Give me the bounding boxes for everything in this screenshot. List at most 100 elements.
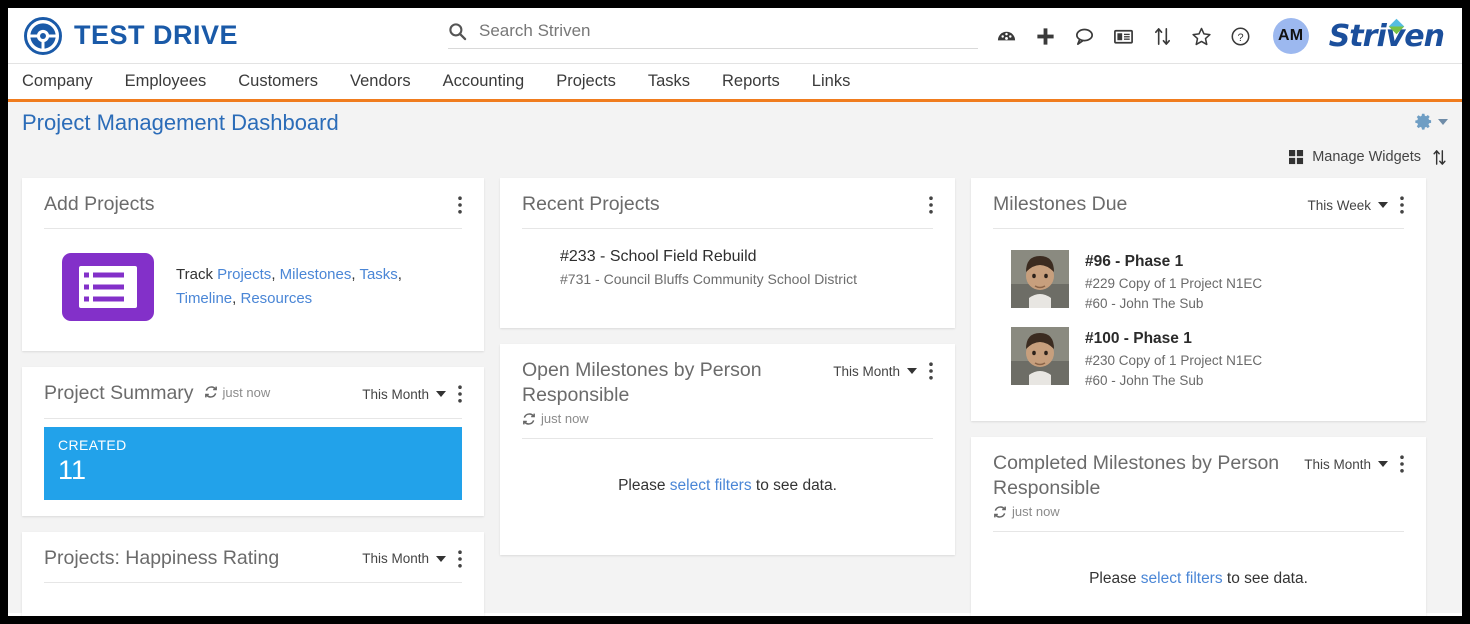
widget-add-projects: Add Projects Track Projects, Milestones,… bbox=[22, 178, 484, 352]
link-milestones[interactable]: Milestones bbox=[280, 266, 352, 283]
widget-happiness-rating: Projects: Happiness Rating This Month bbox=[22, 531, 484, 616]
select-filters-link[interactable]: select filters bbox=[1141, 570, 1223, 587]
main-navigation: Company Employees Customers Vendors Acco… bbox=[8, 64, 1462, 102]
milestone-person: #60 - John The Sub bbox=[1085, 296, 1204, 312]
widget-menu-icon[interactable] bbox=[458, 550, 462, 568]
refresh-text: just now bbox=[1012, 504, 1060, 520]
star-icon[interactable] bbox=[1191, 26, 1212, 47]
widget-completed-milestones: Completed Milestones by Person Responsib… bbox=[971, 437, 1426, 616]
refresh-status[interactable]: just now bbox=[522, 411, 589, 426]
plus-icon[interactable] bbox=[1035, 26, 1056, 47]
link-projects[interactable]: Projects bbox=[217, 266, 271, 283]
svg-text:?: ? bbox=[1237, 31, 1243, 43]
list-item[interactable]: #100 - Phase 1 #230 Copy of 1 Project N1… bbox=[993, 322, 1404, 399]
nav-item-vendors[interactable]: Vendors bbox=[350, 70, 411, 93]
nav-item-tasks[interactable]: Tasks bbox=[648, 70, 690, 93]
refresh-status[interactable]: just now bbox=[993, 504, 1060, 519]
link-tasks[interactable]: Tasks bbox=[359, 266, 397, 283]
list-icon[interactable] bbox=[62, 253, 154, 322]
chevron-down-icon bbox=[1378, 461, 1388, 468]
widget-header: Milestones Due This Week bbox=[993, 192, 1404, 228]
widget-header-left: Projects: Happiness Rating bbox=[44, 546, 279, 570]
link-timeline[interactable]: Timeline bbox=[176, 290, 232, 307]
widget-title: Recent Projects bbox=[522, 193, 660, 215]
widget-header: Add Projects bbox=[44, 192, 462, 228]
widget-title: Open Milestones by Person Responsible bbox=[522, 359, 762, 406]
nav-item-employees[interactable]: Employees bbox=[125, 70, 207, 93]
widget-menu-icon[interactable] bbox=[1400, 455, 1404, 473]
widget-milestones-due: Milestones Due This Week #96 - Phase 1 #… bbox=[971, 178, 1426, 422]
widget-menu-icon[interactable] bbox=[458, 385, 462, 403]
list-item[interactable]: #96 - Phase 1 #229 Copy of 1 Project N1E… bbox=[993, 245, 1404, 322]
empty-state: Please select filters to see data. bbox=[522, 455, 933, 521]
empty-suffix: to see data. bbox=[1222, 570, 1308, 588]
widget-title: Projects: Happiness Rating bbox=[44, 546, 280, 569]
striven-logo: Striven bbox=[1329, 18, 1448, 54]
empty-prefix: Please bbox=[618, 477, 670, 495]
reorder-widgets-icon[interactable] bbox=[1431, 149, 1448, 166]
header-icon-group: ? AM Striven bbox=[996, 8, 1448, 64]
refresh-status[interactable]: just now bbox=[204, 385, 270, 400]
widget-body bbox=[44, 583, 462, 616]
widget-body: Please select filters to see data. bbox=[522, 439, 933, 539]
help-icon[interactable]: ? bbox=[1230, 26, 1251, 47]
brand[interactable]: TEST DRIVE bbox=[22, 15, 238, 57]
widget-body: #96 - Phase 1 #229 Copy of 1 Project N1E… bbox=[993, 229, 1404, 405]
nav-item-reports[interactable]: Reports bbox=[722, 70, 780, 93]
milestone-title: #100 - Phase 1 bbox=[1085, 330, 1192, 348]
widget-header-left: Completed Milestones by Person Responsib… bbox=[993, 451, 1283, 519]
sort-icon[interactable] bbox=[1152, 26, 1173, 47]
page-body: Project Management Dashboard Manage Widg… bbox=[8, 102, 1462, 616]
contact-card-icon[interactable] bbox=[1113, 26, 1134, 47]
period-selector[interactable]: This Month bbox=[362, 387, 446, 402]
period-selector[interactable]: This Week bbox=[1307, 198, 1388, 213]
stat-tile-created[interactable]: CREATED 11 bbox=[44, 426, 462, 500]
global-search[interactable] bbox=[448, 21, 978, 49]
widget-project-summary: Project Summary just now This Month CREA… bbox=[22, 367, 484, 516]
dashboard-icon[interactable] bbox=[996, 26, 1017, 47]
refresh-text: just now bbox=[541, 411, 589, 427]
page-header: Project Management Dashboard bbox=[8, 102, 1462, 144]
period-label: This Month bbox=[833, 363, 900, 379]
widget-header-left: Milestones Due bbox=[993, 192, 1127, 216]
search-input[interactable] bbox=[479, 21, 978, 41]
chevron-down-icon bbox=[907, 368, 917, 375]
widget-open-milestones: Open Milestones by Person Responsible ju… bbox=[500, 344, 955, 556]
nav-item-projects[interactable]: Projects bbox=[556, 70, 616, 93]
widget-header-right bbox=[929, 192, 933, 214]
link-resources[interactable]: Resources bbox=[240, 290, 312, 307]
widget-body: CREATED 11 bbox=[44, 419, 462, 500]
widget-menu-icon[interactable] bbox=[929, 362, 933, 380]
nav-item-company[interactable]: Company bbox=[22, 70, 93, 93]
chat-icon[interactable] bbox=[1074, 26, 1095, 47]
widget-column-left: Add Projects Track Projects, Milestones,… bbox=[22, 178, 484, 616]
period-selector[interactable]: This Month bbox=[1304, 457, 1388, 472]
widget-header: Completed Milestones by Person Responsib… bbox=[993, 451, 1404, 531]
page-title: Project Management Dashboard bbox=[22, 110, 339, 135]
widget-header-right: This Month bbox=[362, 546, 462, 568]
manage-widgets-button[interactable]: Manage Widgets bbox=[1289, 149, 1421, 165]
milestone-project: #230 Copy of 1 Project N1EC bbox=[1085, 352, 1263, 368]
widget-title: Milestones Due bbox=[993, 193, 1128, 215]
period-selector[interactable]: This Month bbox=[833, 364, 917, 379]
widget-menu-icon[interactable] bbox=[1400, 196, 1404, 214]
select-filters-link[interactable]: select filters bbox=[670, 477, 752, 494]
widget-menu-icon[interactable] bbox=[458, 196, 462, 214]
widget-header-left: Recent Projects bbox=[522, 192, 660, 216]
dashboard-settings-button[interactable] bbox=[1414, 112, 1448, 131]
milestone-title: #96 - Phase 1 bbox=[1085, 253, 1184, 271]
widget-column-middle: Recent Projects #233 - School Field Rebu… bbox=[500, 178, 955, 556]
nav-item-accounting[interactable]: Accounting bbox=[443, 70, 525, 93]
list-item[interactable]: #233 - School Field Rebuild #731 - Counc… bbox=[522, 245, 933, 290]
widget-body: Please select filters to see data. bbox=[993, 532, 1404, 616]
widget-menu-icon[interactable] bbox=[929, 196, 933, 214]
nav-item-customers[interactable]: Customers bbox=[238, 70, 318, 93]
period-selector[interactable]: This Month bbox=[362, 551, 446, 566]
refresh-icon bbox=[993, 505, 1007, 519]
widget-body: Track Projects, Milestones, Tasks, Timel… bbox=[44, 229, 462, 335]
nav-item-links[interactable]: Links bbox=[812, 70, 851, 93]
avatar[interactable]: AM bbox=[1272, 18, 1309, 54]
